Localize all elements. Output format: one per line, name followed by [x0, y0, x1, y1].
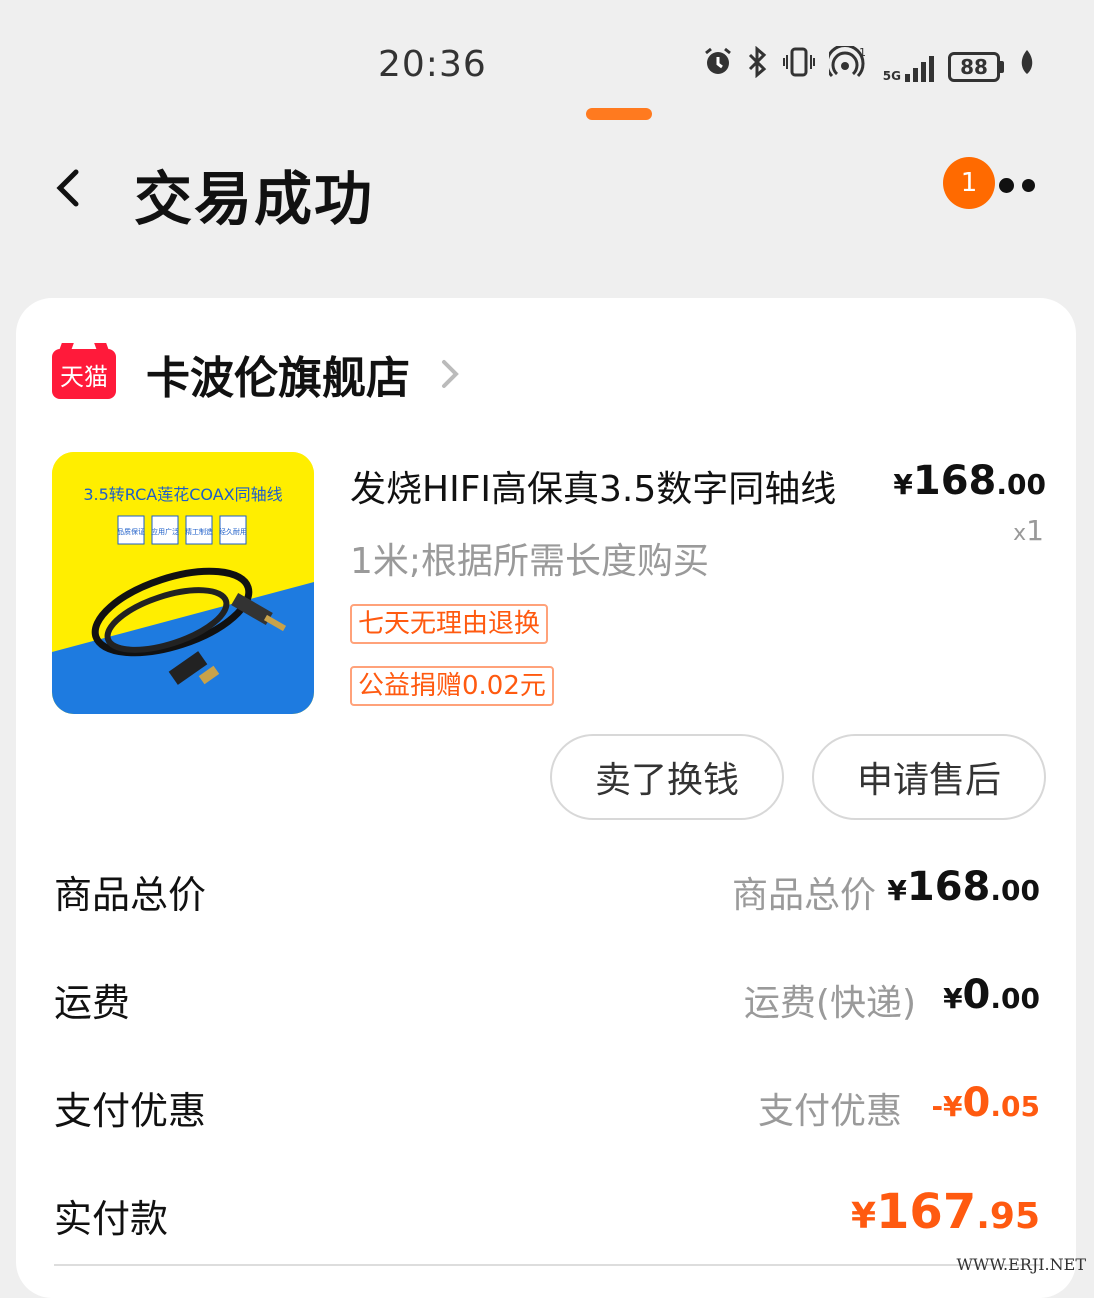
row-label: 运费 — [54, 972, 130, 1027]
image-badge: 应用广泛 — [151, 527, 179, 536]
hotspot-icon: 1 — [829, 46, 869, 87]
network-type: 5G — [883, 70, 901, 82]
chevron-left-icon — [48, 164, 88, 214]
row-value: ¥168.00 — [887, 864, 1040, 910]
battery-level: 88 — [948, 52, 1000, 82]
divider — [54, 1264, 1040, 1266]
tmall-logo-icon: 天猫 — [52, 349, 116, 399]
shop-name: 卡波伦旗舰店 — [146, 342, 410, 406]
after-sales-button[interactable]: 申请售后 — [812, 734, 1046, 820]
watermark: WWW.ERJI.NET — [956, 1255, 1086, 1274]
shop-header[interactable]: 天猫 卡波伦旗舰店 — [52, 348, 462, 400]
page-title: 交易成功 — [134, 152, 374, 236]
sell-button[interactable]: 卖了换钱 — [550, 734, 784, 820]
row-sublabel: 支付优惠 — [758, 1082, 902, 1134]
row-value: -¥0.05 — [931, 1080, 1040, 1126]
order-card: 天猫 卡波伦旗舰店 3.5转RCA莲花COAX同轴线 品质保证 应用广泛 精工制… — [16, 298, 1076, 1298]
tag-charity: 公益捐赠0.02元 — [350, 666, 554, 706]
status-icons: 1 5G 88 — [703, 46, 1036, 87]
battery-icon: 88 — [948, 52, 1004, 82]
nav-bar: 交易成功 1 — [0, 140, 1094, 240]
image-headline: 3.5转RCA莲花COAX同轴线 — [83, 485, 282, 504]
product-quantity: x1 — [1013, 514, 1044, 547]
product-image[interactable]: 3.5转RCA莲花COAX同轴线 品质保证 应用广泛 精工制造 经久耐用 — [52, 452, 314, 714]
more-button[interactable]: 1 — [978, 170, 1038, 200]
tag-return-policy: 七天无理由退换 — [350, 604, 548, 644]
image-badge: 经久耐用 — [219, 527, 247, 536]
row-shipping: 运费 运费(快递) ¥0.00 — [54, 972, 1040, 1032]
product-price: ¥168.00 — [893, 458, 1046, 504]
vibrate-icon — [783, 46, 815, 87]
hotspot-count: 1 — [859, 46, 866, 59]
row-payment-discount: 支付优惠 支付优惠 -¥0.05 — [54, 1080, 1040, 1140]
leaf-icon — [1018, 48, 1036, 85]
product-title[interactable]: 发烧HIFI高保真3.5数字同轴线 — [350, 460, 870, 512]
bluetooth-icon — [747, 46, 769, 87]
row-amount-paid: 实付款 ¥167.95 — [54, 1184, 1040, 1254]
signal-icon: 5G — [883, 52, 934, 82]
row-sublabel: 商品总价 — [732, 866, 876, 918]
row-label: 实付款 — [54, 1188, 168, 1243]
notification-badge: 1 — [943, 157, 995, 209]
image-badge: 品质保证 — [117, 527, 145, 536]
row-goods-total: 商品总价 商品总价 ¥168.00 — [54, 864, 1040, 924]
row-value: ¥167.95 — [851, 1184, 1040, 1240]
product-spec: 1米;根据所需长度购买 — [350, 532, 709, 584]
chevron-right-icon — [438, 354, 462, 394]
status-bar: 20:36 1 5G 88 — [0, 0, 1094, 120]
row-label: 商品总价 — [54, 864, 206, 919]
row-label: 支付优惠 — [54, 1080, 206, 1135]
row-sublabel: 运费(快递) — [744, 974, 916, 1026]
pull-indicator — [586, 108, 652, 120]
row-value: ¥0.00 — [943, 972, 1040, 1018]
status-time: 20:36 — [378, 44, 487, 85]
image-badge: 精工制造 — [185, 527, 213, 536]
alarm-icon — [703, 47, 733, 86]
back-button[interactable] — [48, 164, 98, 214]
